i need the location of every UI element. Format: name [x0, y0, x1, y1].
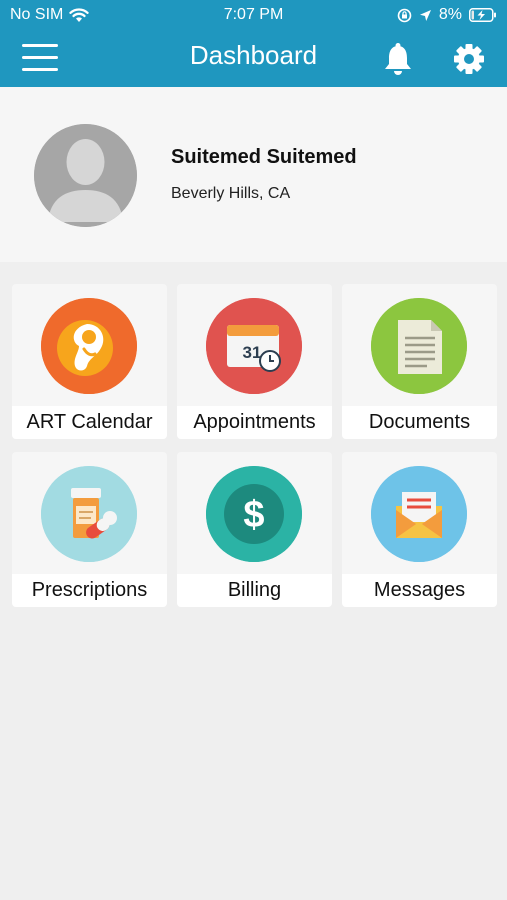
tile-label: ART Calendar: [12, 406, 167, 439]
appointments-circle: 31: [206, 298, 302, 394]
profile-card: Suitemed Suitemed Beverly Hills, CA: [0, 87, 507, 262]
document-icon: [371, 298, 467, 394]
tile-label: Documents: [342, 406, 497, 439]
profile-name: Suitemed Suitemed: [171, 146, 357, 168]
tile-messages[interactable]: Messages: [342, 452, 497, 607]
gear-icon: [454, 44, 484, 74]
page-title: Dashboard: [189, 40, 318, 70]
tile-label: Messages: [342, 574, 497, 607]
avatar[interactable]: [34, 124, 137, 227]
embryo-icon: [41, 298, 137, 394]
calendar-day: 31: [243, 343, 262, 362]
tile-label: Appointments: [177, 406, 332, 439]
location-arrow-icon: [419, 9, 431, 21]
battery-percent: 8%: [438, 6, 462, 23]
nav-bar: Dashboard: [0, 30, 507, 87]
bell-icon: [385, 43, 411, 75]
notifications-button[interactable]: [382, 42, 414, 76]
dollar-symbol: $: [243, 494, 264, 536]
user-silhouette-icon: [34, 124, 137, 227]
tile-documents[interactable]: Documents: [342, 284, 497, 439]
prescriptions-circle: [41, 466, 137, 562]
billing-circle: $: [206, 466, 302, 562]
settings-button[interactable]: [452, 42, 486, 76]
tile-prescriptions[interactable]: Prescriptions: [12, 452, 167, 607]
tile-label: Billing: [177, 574, 332, 607]
battery-charging-icon: [469, 8, 496, 22]
tile-billing[interactable]: $ Billing: [177, 452, 332, 607]
status-bar: No SIM 7:07 PM 8%: [0, 0, 507, 30]
tile-appointments[interactable]: 31 Appointments: [177, 284, 332, 439]
tile-label: Prescriptions: [12, 574, 167, 607]
dollar-icon: $: [206, 466, 302, 562]
pill-bottle-icon: [41, 466, 137, 562]
documents-circle: [371, 298, 467, 394]
status-right: 8%: [397, 6, 497, 24]
tile-art-calendar[interactable]: ART Calendar: [12, 284, 167, 439]
profile-location: Beverly Hills, CA: [171, 185, 291, 202]
calendar-icon: 31: [206, 298, 302, 394]
art-calendar-circle: [41, 298, 137, 394]
orientation-lock-icon: [397, 8, 412, 22]
messages-circle: [371, 466, 467, 562]
envelope-icon: [371, 466, 467, 562]
